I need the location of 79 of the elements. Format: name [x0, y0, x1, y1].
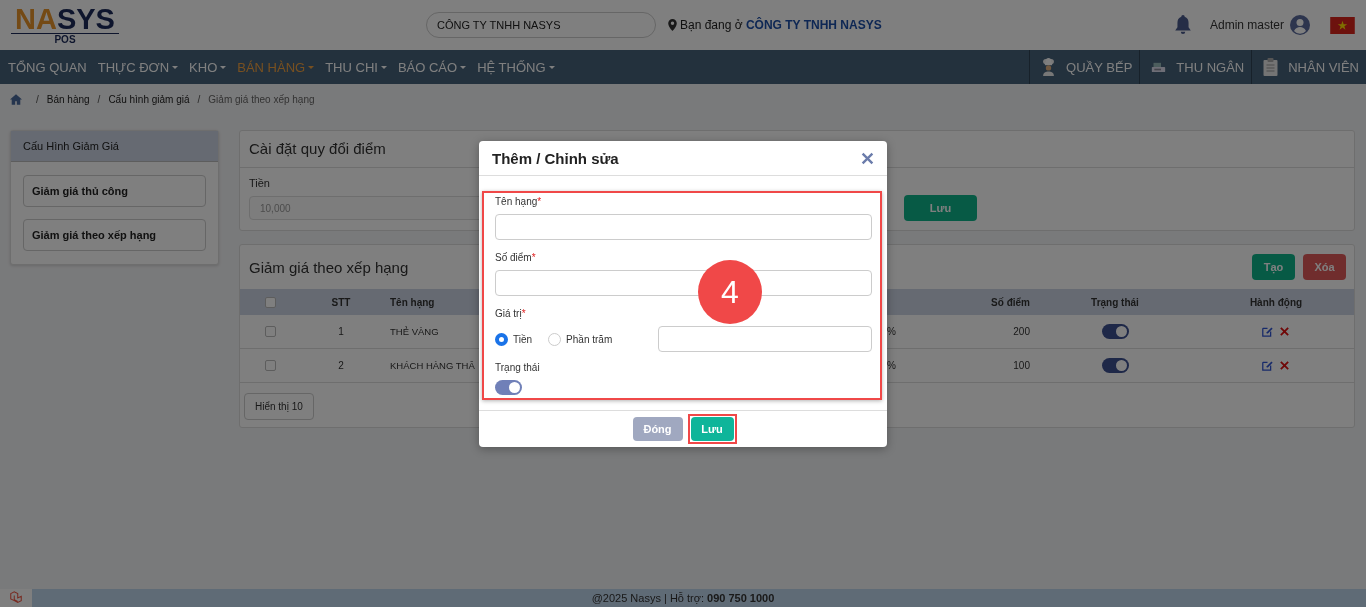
status-toggle[interactable] — [1101, 358, 1129, 373]
nav-shortcut[interactable]: NHÂN VIÊN — [1251, 50, 1366, 84]
create-button[interactable]: Tạo — [1252, 254, 1295, 280]
radio-option[interactable]: Tiền — [495, 332, 533, 346]
table-cell: % — [887, 326, 896, 337]
nav-menu-item[interactable]: TỔNG QUAN — [4, 50, 91, 84]
nav-menu-item[interactable]: HỆ THỐNG — [473, 50, 559, 84]
field-label: Số điểm* — [495, 252, 536, 263]
chef-icon — [1041, 58, 1057, 76]
caret-icon — [172, 65, 179, 69]
field-label: Tiền — [249, 177, 271, 189]
step-badge: 4 — [698, 260, 762, 324]
close-button[interactable]: Đóng — [632, 417, 683, 441]
footer-text: @2025 Nasys | Hỗ trợ: 090 750 1000 — [591, 592, 775, 604]
home-icon[interactable] — [10, 93, 22, 105]
breadcrumb-separator: / — [97, 93, 101, 105]
user-avatar-icon[interactable] — [1290, 15, 1310, 35]
breadcrumb-separator: / — [197, 93, 201, 105]
breadcrumb-link[interactable]: Bán hàng — [46, 93, 90, 105]
delete-icon[interactable] — [1279, 326, 1290, 337]
sidebar-item[interactable]: Giảm giá thủ công — [23, 175, 206, 207]
table-cell: 100 — [1013, 360, 1030, 371]
bell-icon[interactable] — [1173, 15, 1192, 35]
cube-logo-icon[interactable] — [9, 591, 23, 605]
status-toggle[interactable] — [495, 380, 522, 395]
card-title: Cài đặt quy đổi điểm — [249, 140, 386, 157]
select-all-checkbox[interactable] — [264, 296, 276, 308]
flag-icon[interactable] — [1330, 16, 1355, 34]
breadcrumb-link[interactable]: Cấu hình giảm giá — [108, 93, 190, 105]
nav-shortcut[interactable]: THU NGÂN — [1139, 50, 1252, 84]
value-input-field[interactable] — [658, 326, 872, 352]
logo: NASYS POS — [10, 5, 120, 45]
column-header: Hành động — [1249, 296, 1303, 308]
caret-icon — [308, 65, 315, 69]
field-label: Trạng thái — [495, 362, 540, 373]
nav-menu-item[interactable]: BÁN HÀNG — [233, 50, 319, 84]
nav-menu-item[interactable]: THU CHI — [321, 50, 391, 84]
table-cell: KHÁCH HÀNG THÂ — [390, 360, 475, 371]
edit-icon[interactable] — [1262, 360, 1273, 371]
field-label: Giá trị* — [495, 308, 526, 319]
dialog-title: Thêm / Chỉnh sửa — [492, 149, 619, 167]
status-toggle[interactable] — [1101, 324, 1129, 339]
column-header: Số điểm — [991, 296, 1030, 308]
clipboard-icon — [1263, 58, 1279, 76]
row-checkbox[interactable] — [264, 326, 276, 337]
table-cell: % — [887, 360, 896, 371]
radio-option[interactable]: Phần trăm — [548, 332, 613, 346]
field-label: Tên hạng* — [495, 196, 542, 207]
delete-icon[interactable] — [1279, 360, 1290, 371]
nav-shortcut[interactable]: QUẦY BẾP — [1029, 50, 1140, 84]
close-icon[interactable] — [861, 151, 874, 165]
breadcrumb-separator: / — [36, 93, 39, 105]
sidebar-item[interactable]: Giảm giá theo xếp hạng — [23, 219, 206, 251]
user-name[interactable]: Admin master — [1209, 18, 1284, 32]
save-button[interactable]: Lưu — [690, 417, 734, 441]
column-header: STT — [331, 296, 351, 308]
save-button[interactable]: Lưu — [904, 195, 977, 221]
text-input-field[interactable] — [495, 214, 872, 240]
edit-icon[interactable] — [1262, 326, 1273, 337]
sidebar-title: Cấu Hình Giảm Giá — [11, 131, 218, 162]
page-size-button[interactable]: Hiển thị 10 — [244, 393, 314, 420]
table-cell: THẺ VÀNG — [390, 326, 439, 337]
row-checkbox[interactable] — [264, 360, 276, 371]
nav-menu-item[interactable]: THỰC ĐƠN — [93, 50, 183, 84]
column-header: Trạng thái — [1091, 296, 1139, 308]
caret-icon — [460, 65, 467, 69]
caret-icon — [380, 65, 387, 69]
location-pin-icon — [668, 19, 677, 31]
nav-menu-item[interactable]: KHO — [185, 50, 231, 84]
nav-menu-item[interactable]: BÁO CÁO — [393, 50, 471, 84]
delete-button[interactable]: Xóa — [1303, 254, 1346, 280]
card-title: Giảm giá theo xếp hạng — [249, 258, 409, 276]
table-cell: 200 — [1013, 326, 1030, 337]
table-cell: 1 — [338, 326, 344, 337]
location-text: Bạn đang ở CÔNG TY TNHH NASYS — [680, 18, 882, 32]
caret-icon — [548, 65, 555, 69]
caret-icon — [220, 65, 227, 69]
table-cell: 2 — [338, 360, 344, 371]
column-header: Tên hạng — [390, 296, 435, 308]
